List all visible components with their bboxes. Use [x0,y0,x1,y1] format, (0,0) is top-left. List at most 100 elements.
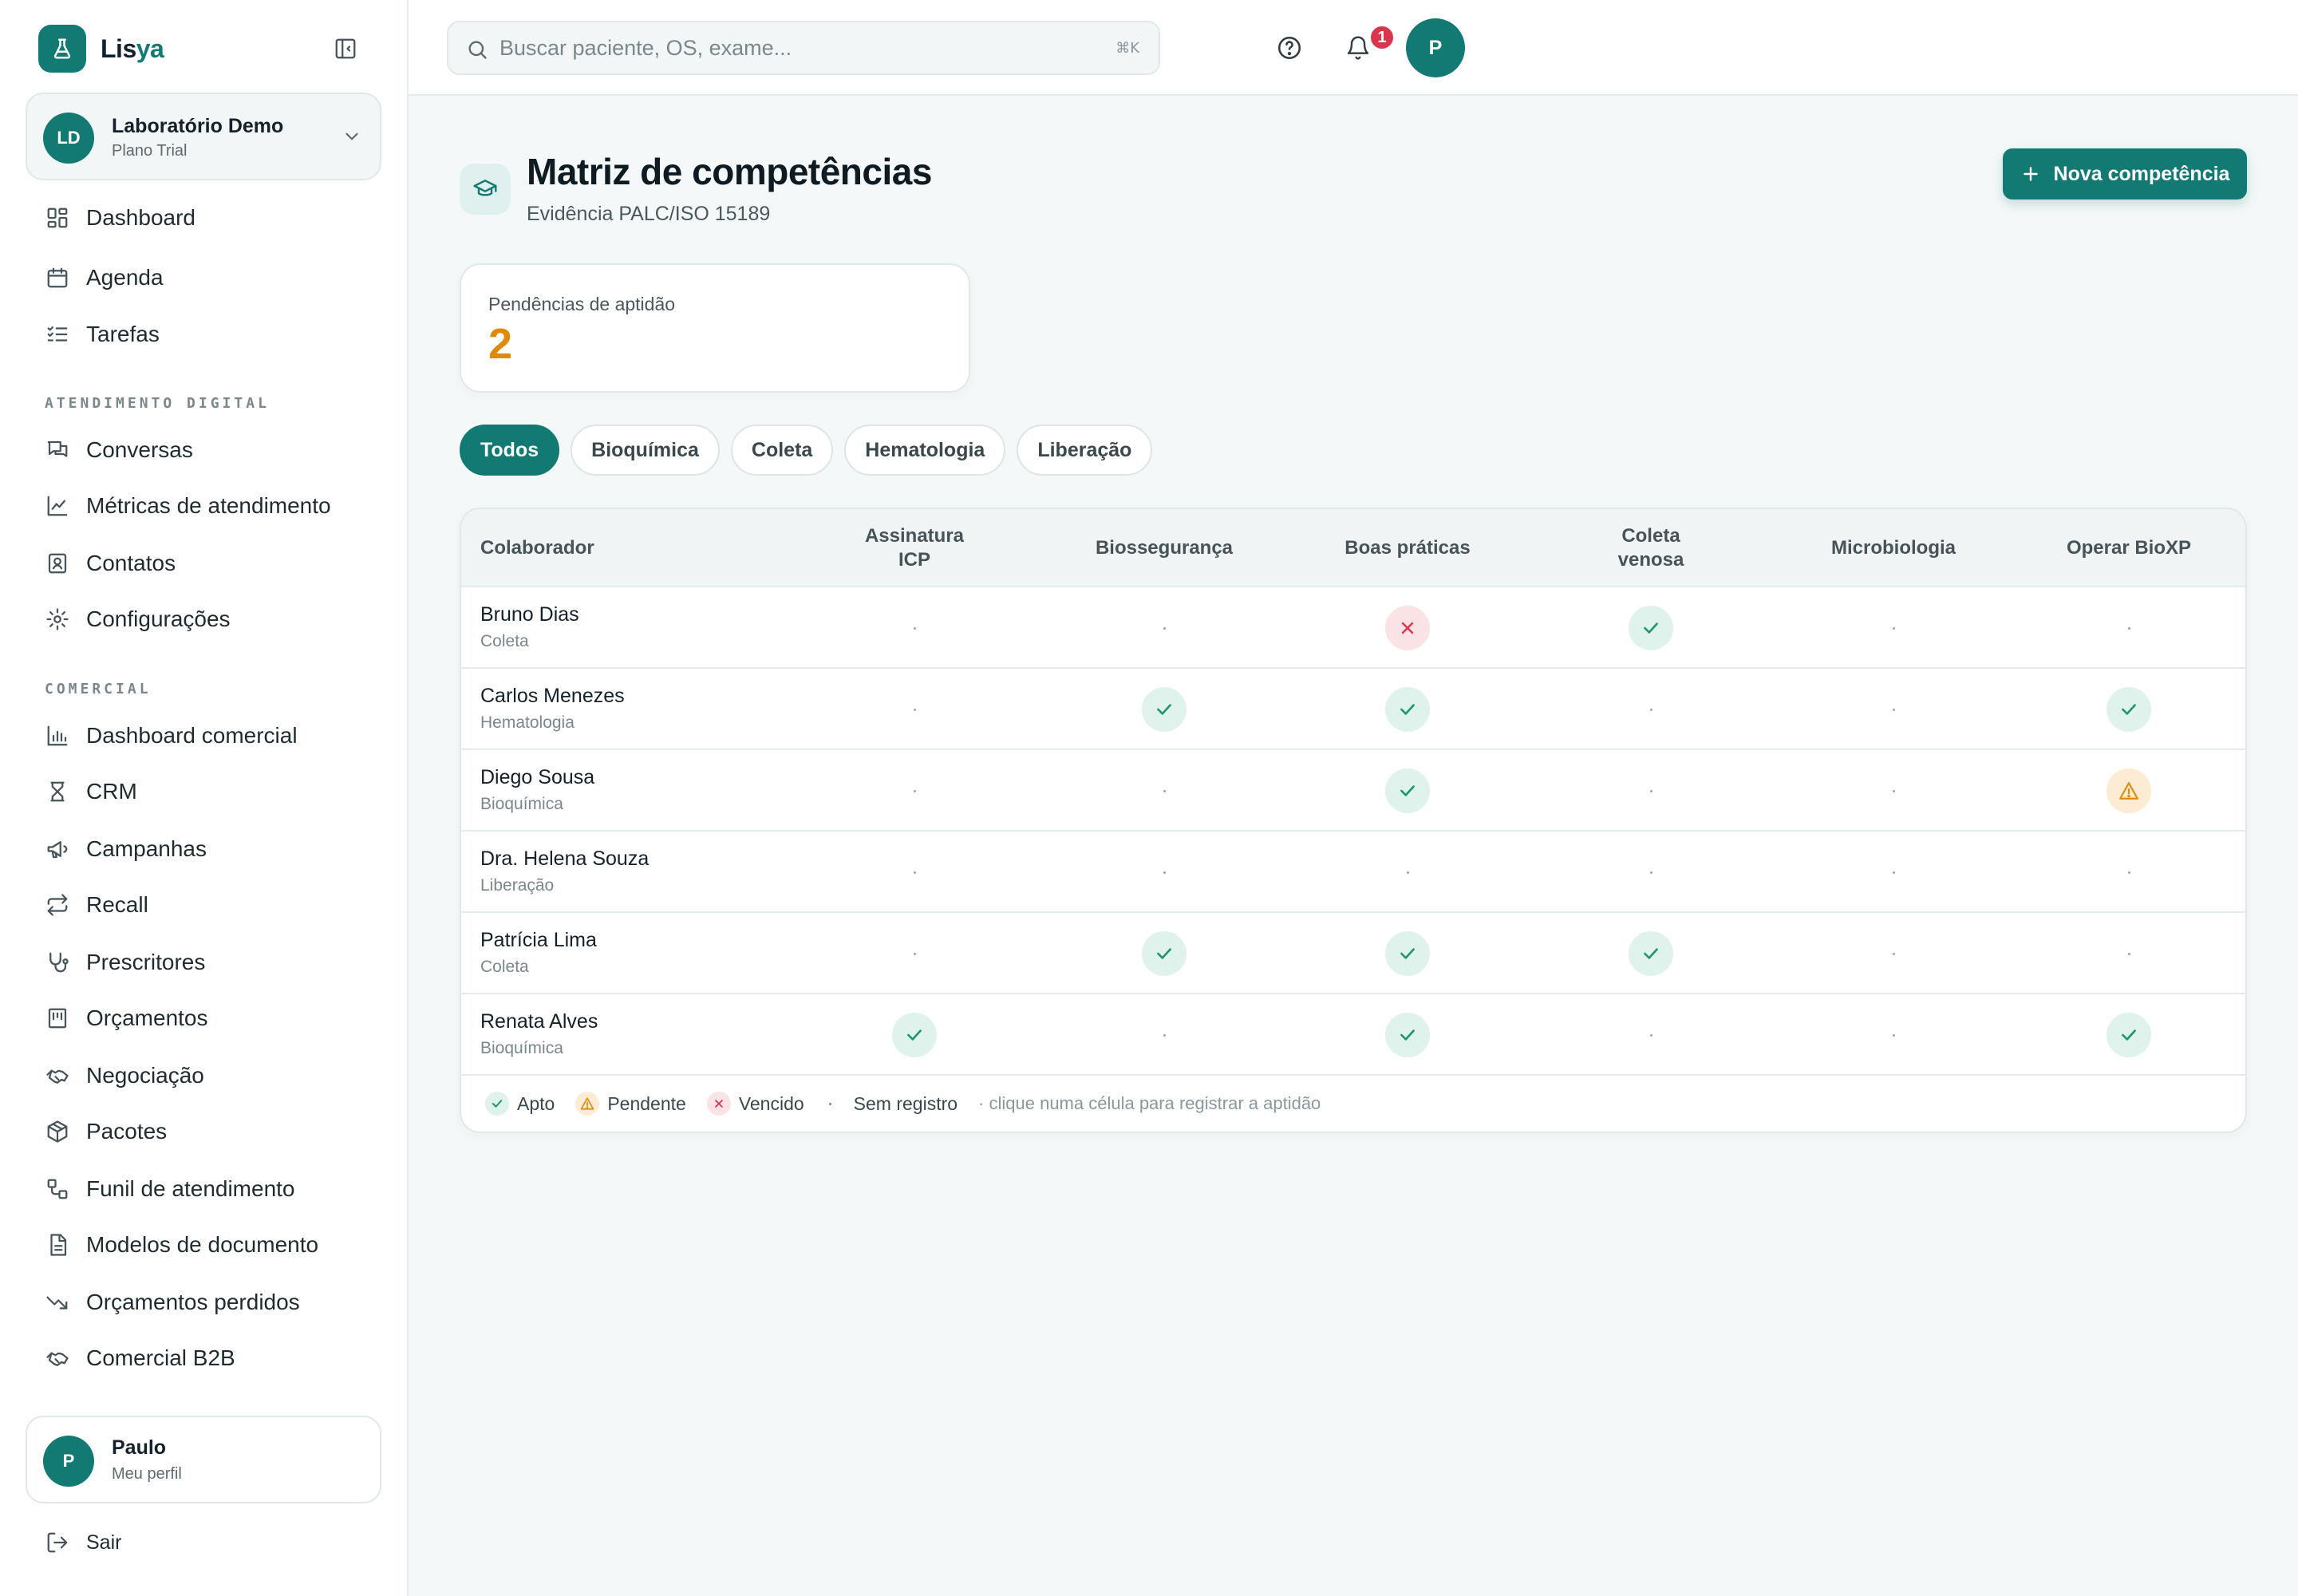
legend-label: Apto [517,1092,555,1114]
employee-department: Coleta [480,632,529,650]
sidebar-item-label: Contatos [86,551,176,575]
sidebar-item-campanhas[interactable]: Campanhas [43,829,207,869]
competency-cell-none[interactable] [1871,1013,1916,1057]
sidebar-item-orcamentos-perdidos[interactable]: Orçamentos perdidos [43,1282,300,1322]
legend-none: Sem registro [825,1092,958,1116]
competency-cell-apto[interactable] [2106,1013,2151,1057]
sidebar-item-recall[interactable]: Recall [43,885,148,925]
competency-cell-none[interactable] [892,768,937,813]
competency-cell-none[interactable] [892,606,937,650]
competency-cell-none[interactable] [1871,931,1916,976]
competency-cell-none[interactable] [892,850,937,895]
sidebar-item-label: Negociação [86,1063,204,1088]
sidebar-item-crm[interactable]: CRM [43,772,137,812]
filter-chip-hematologia[interactable]: Hematologia [844,425,1006,476]
user-name: Paulo [112,1436,167,1459]
sidebar-item-dashboard[interactable]: Dashboard [43,198,195,238]
sidebar-item-agenda[interactable]: Agenda [43,258,164,298]
logout-button[interactable]: Sair [43,1523,121,1562]
competency-cell-pendente[interactable] [2106,768,2151,813]
sidebar-item-metricas[interactable]: Métricas de atendimento [43,486,331,526]
filter-chip-todos[interactable]: Todos [460,425,560,476]
warning-icon [2118,780,2139,801]
legend-label: Vencido [738,1092,804,1114]
competency-cell-none[interactable] [2106,606,2151,650]
notification-badge: 1 [1368,24,1396,51]
competency-cell-apto[interactable] [1142,687,1187,732]
sidebar-collapse-icon[interactable] [332,35,359,62]
sidebar-item-modelos[interactable]: Modelos de documento [43,1225,318,1265]
competency-cell-apto[interactable] [1629,606,1673,650]
competency-cell-none[interactable] [892,687,937,732]
competency-cell-none[interactable] [2106,931,2151,976]
sidebar-item-pacotes[interactable]: Pacotes [43,1112,167,1152]
sidebar-item-contatos[interactable]: Contatos [43,543,176,583]
search-input[interactable] [499,30,1058,65]
employee-name: Bruno Dias [480,603,579,626]
sidebar-item-negociacao[interactable]: Negociação [43,1056,204,1096]
chevron-down-icon [342,126,362,147]
competency-cell-vencido[interactable] [1385,606,1430,650]
employee-name: Renata Alves [480,1010,598,1033]
competency-cell-none[interactable] [1629,687,1673,732]
competency-cell-none[interactable] [2106,850,2151,895]
org-switcher[interactable]: LD Laboratório Demo Plano Trial [26,93,381,180]
competency-cell-none[interactable] [1871,768,1916,813]
sidebar-item-funil[interactable]: Funil de atendimento [43,1169,295,1209]
sidebar-item-label: Métricas de atendimento [86,493,331,518]
crm-icon [43,777,72,806]
sidebar-item-orcamentos[interactable]: Orçamentos [43,998,208,1038]
filter-chip-coleta[interactable]: Coleta [730,425,834,476]
competency-cell-apto[interactable] [1385,1013,1430,1057]
filter-chip-bioquimica[interactable]: Bioquímica [571,425,720,476]
sidebar-item-tarefas[interactable]: Tarefas [43,314,160,354]
sidebar-item-b2b[interactable]: Comercial B2B [43,1338,235,1378]
column-header: Operar BioXP [2066,537,2192,559]
sidebar-item-conversas[interactable]: Conversas [43,430,193,470]
competency-cell-none[interactable] [1142,1013,1187,1057]
competency-cell-apto[interactable] [1629,931,1673,976]
document-icon [43,1231,72,1259]
sidebar-item-dashboard-comercial[interactable]: Dashboard comercial [43,716,298,756]
competency-cell-none[interactable] [892,931,937,976]
table-row: Bruno Dias Coleta [461,587,2245,669]
competency-cell-apto[interactable] [1385,687,1430,732]
competency-cell-apto[interactable] [2106,687,2151,732]
check-icon [1641,618,1661,638]
brand[interactable]: Lisya [38,25,164,73]
flask-icon [38,25,86,73]
competency-cell-none[interactable] [1871,687,1916,732]
competency-cell-none[interactable] [1142,768,1187,813]
new-competency-button[interactable]: Nova competência [2003,148,2247,200]
competency-cell-none[interactable] [1871,850,1916,895]
help-icon[interactable] [1269,27,1310,69]
stat-value: 2 [488,320,513,368]
handshake-icon [43,1344,72,1373]
competency-cell-none[interactable] [1629,1013,1673,1057]
filter-chip-liberacao[interactable]: Liberação [1017,425,1153,476]
user-profile-card[interactable]: P Paulo Meu perfil [26,1416,381,1503]
search-box[interactable]: ⌘K [447,21,1160,75]
competency-cell-none[interactable] [1385,850,1430,895]
avatar[interactable]: P [1406,18,1465,77]
competency-cell-none[interactable] [1871,606,1916,650]
check-icon [485,1092,509,1116]
competency-cell-apto[interactable] [1385,931,1430,976]
megaphone-icon [43,835,72,863]
competency-cell-none[interactable] [1142,606,1187,650]
competency-cell-none[interactable] [1142,850,1187,895]
gear-icon [43,605,72,634]
competency-cell-none[interactable] [1629,850,1673,895]
sidebar-item-prescritores[interactable]: Prescritores [43,942,205,982]
warning-icon [575,1092,600,1116]
column-header: Boas práticas [1344,537,1471,559]
sidebar-item-configuracoes[interactable]: Configurações [43,599,231,639]
competency-cell-none[interactable] [1629,768,1673,813]
competency-cell-apto[interactable] [1142,931,1187,976]
page-title: Matriz de competências [527,151,932,192]
graduation-cap-icon [460,164,511,215]
sidebar-item-label: Orçamentos [86,1005,208,1030]
table-row: Diego Sousa Bioquímica [461,750,2245,832]
competency-cell-apto[interactable] [1385,768,1430,813]
competency-cell-apto[interactable] [892,1013,937,1057]
